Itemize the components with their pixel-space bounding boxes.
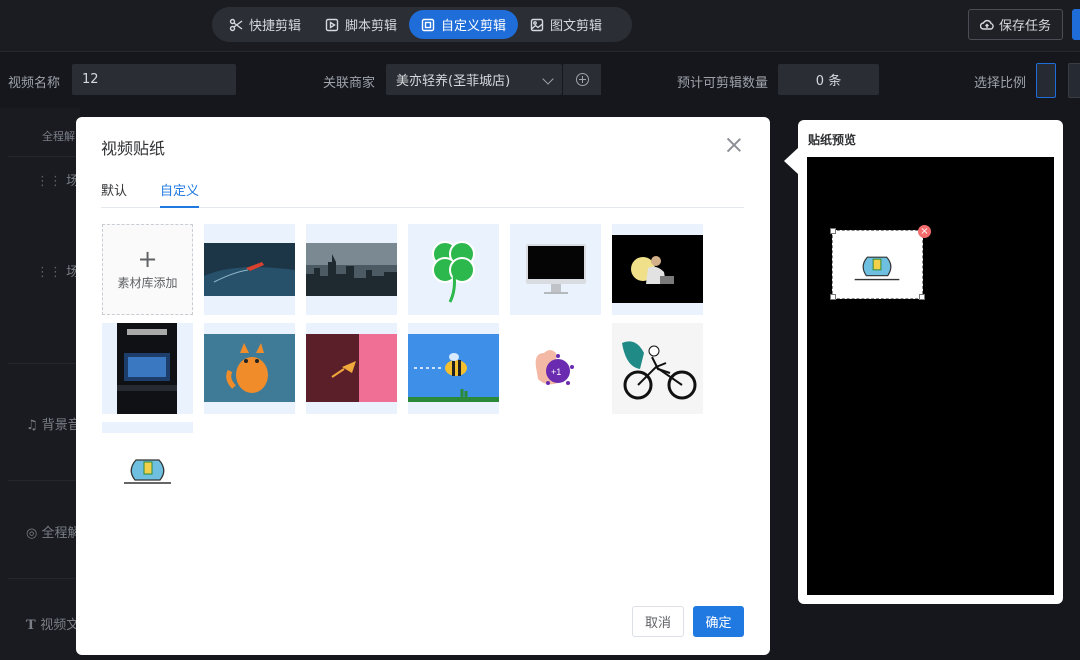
sticker-thumbnail[interactable] <box>102 323 193 414</box>
resize-handle[interactable] <box>830 228 836 234</box>
sticker-thumbnail[interactable]: +1 <box>510 323 601 414</box>
close-icon[interactable] <box>726 137 742 153</box>
sticker-thumbnail[interactable] <box>510 224 601 315</box>
tab-label: 脚本剪辑 <box>345 19 398 34</box>
confirm-button[interactable]: 确定 <box>693 606 744 637</box>
tab-script-edit[interactable]: 脚本剪辑 <box>313 10 409 39</box>
merchant-select[interactable]: 美亦轻养(圣菲城店) <box>386 64 562 95</box>
fishbowl-thumb <box>102 422 193 513</box>
sticker-thumbnail[interactable] <box>102 422 193 513</box>
video-name-label: 视频名称 <box>8 76 61 91</box>
add-merchant-button[interactable] <box>563 64 601 95</box>
sticker-thumbnail[interactable] <box>408 323 499 414</box>
city-skyline-thumb <box>306 224 397 315</box>
chevron-down-icon <box>542 73 554 85</box>
preview-title: 贴纸预览 <box>808 133 857 147</box>
resize-handle[interactable] <box>830 294 836 300</box>
music-note-icon: ♫ <box>26 418 42 433</box>
cyclist-thumb <box>612 323 703 414</box>
tab-label: 快捷剪辑 <box>249 19 302 34</box>
plus-circle-icon <box>575 73 589 86</box>
text-icon: T <box>26 618 41 633</box>
divider <box>8 578 78 579</box>
fishbowl-sticker-image <box>854 256 900 281</box>
scissors-icon <box>229 18 243 31</box>
video-name-input[interactable]: 12 <box>72 64 236 95</box>
estimate-count-value: 0 条 <box>778 64 879 95</box>
tab-quick-edit[interactable]: 快捷剪辑 <box>217 10 313 39</box>
task-form-row: 视频名称 12 关联商家 美亦轻养(圣菲城店) 预计可剪辑数量 0 条 选择比例 <box>0 52 1080 108</box>
sticker-thumbnail[interactable] <box>612 224 703 315</box>
cancel-button[interactable]: 取消 <box>632 606 684 637</box>
save-task-button[interactable]: 保存任务 <box>968 9 1063 40</box>
crop-icon <box>421 18 435 31</box>
pink-rocket-thumb <box>306 323 397 414</box>
tab-image-text-edit[interactable]: 图文剪辑 <box>518 10 614 39</box>
delete-sticker-icon[interactable]: × <box>918 225 931 238</box>
save-task-label: 保存任务 <box>998 19 1051 34</box>
video-sticker-dialog: 视频贴纸 默认 自定义 + 素材库添加 +1 取消 确定 <box>76 117 770 655</box>
cloud-upload-icon <box>979 19 994 30</box>
add-from-library-button[interactable]: + 素材库添加 <box>102 224 193 315</box>
estimate-count-label: 预计可剪辑数量 <box>677 76 769 91</box>
divider <box>8 156 78 157</box>
scene-sidebar: 全程解 ⋮⋮ 场景 ⋮⋮ 场景 ♫ 背景音 ◎ 全程解 T 视频文 <box>0 108 92 660</box>
plus-icon: + <box>137 245 158 273</box>
sticker-tabs: 默认 自定义 <box>101 179 744 208</box>
merchant-label: 关联商家 <box>323 76 376 91</box>
target-icon: ◎ <box>26 526 42 541</box>
merchant-select-value: 美亦轻养(圣菲城店) <box>396 74 511 89</box>
preview-canvas: × <box>807 157 1054 595</box>
virus-hand-plus-one-thumb: +1 <box>510 323 601 414</box>
top-bar: 快捷剪辑 脚本剪辑 自定义剪辑 图文剪辑 保存任务 <box>0 0 1080 52</box>
mode-tabs: 快捷剪辑 脚本剪辑 自定义剪辑 图文剪辑 <box>212 7 632 42</box>
person-laptop-night-thumb <box>612 224 703 315</box>
flying-bee-thumb <box>408 323 499 414</box>
sticker-on-canvas[interactable]: × <box>830 225 931 300</box>
sidebar-item-bgm[interactable]: ♫ 背景音 <box>26 414 81 433</box>
film-icon <box>325 18 339 31</box>
speedboat-ocean-thumb <box>204 224 295 315</box>
image-icon <box>530 18 544 31</box>
sidebar-item-narration[interactable]: ◎ 全程解 <box>26 522 81 541</box>
ratio-option-portrait[interactable] <box>1036 63 1056 98</box>
tab-custom-edit[interactable]: 自定义剪辑 <box>409 10 519 39</box>
sticker-thumbnail[interactable] <box>204 224 295 315</box>
sticker-thumbnail[interactable] <box>204 323 295 414</box>
resize-handle[interactable] <box>919 294 925 300</box>
tab-default[interactable]: 默认 <box>101 180 127 208</box>
sticker-thumbnail[interactable] <box>612 323 703 414</box>
dialog-title: 视频贴纸 <box>101 139 166 158</box>
sidebar-item-video-text[interactable]: T 视频文 <box>26 614 79 633</box>
add-from-library-label: 素材库添加 <box>117 276 178 290</box>
primary-action-button-edge[interactable] <box>1072 9 1080 40</box>
tab-label: 自定义剪辑 <box>441 19 507 34</box>
sidebar-item-label: 全程解 <box>42 130 75 143</box>
sticker-thumbnail[interactable] <box>408 224 499 315</box>
sticker-thumbnail[interactable] <box>306 323 397 414</box>
orange-cat-thumb <box>204 323 295 414</box>
sticker-thumbnail[interactable] <box>306 224 397 315</box>
ratio-label: 选择比例 <box>974 76 1027 91</box>
svg-text:+1: +1 <box>551 367 561 377</box>
popover-arrow <box>784 148 798 174</box>
ratio-option-other[interactable] <box>1068 63 1080 98</box>
building-screen-thumb <box>102 323 193 414</box>
sticker-preview-panel: 贴纸预览 × <box>798 120 1063 604</box>
tab-label: 图文剪辑 <box>550 19 603 34</box>
divider <box>8 480 78 481</box>
four-leaf-clover-thumb <box>408 224 499 315</box>
tab-custom[interactable]: 自定义 <box>160 180 200 208</box>
divider <box>8 363 78 364</box>
desktop-monitor-thumb <box>510 224 601 315</box>
